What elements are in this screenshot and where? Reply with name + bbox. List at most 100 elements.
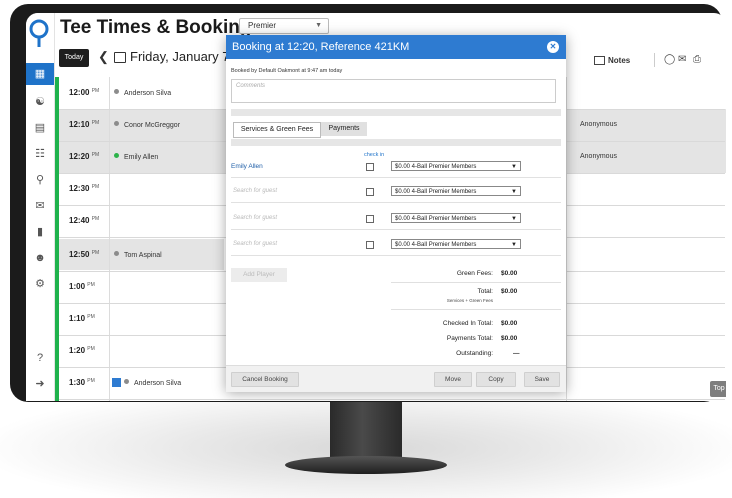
section-divider xyxy=(231,139,561,146)
check-in-checkbox[interactable] xyxy=(366,215,374,223)
player-name: Anderson Silva xyxy=(134,380,182,387)
settings-icon[interactable]: ⚙ xyxy=(30,275,50,293)
payments-total-value: $0.00 xyxy=(501,335,518,342)
status-dot-icon xyxy=(124,379,129,384)
status-dot-icon xyxy=(114,121,119,126)
person-icon[interactable]: ☻ xyxy=(30,249,50,267)
tee-time-ampm: PM xyxy=(91,152,100,158)
total-value: $0.00 xyxy=(501,288,518,295)
monitor-stand xyxy=(330,398,402,462)
player-name: Anderson Silva xyxy=(124,90,172,97)
add-player-button[interactable]: Add Player xyxy=(231,268,287,282)
anonymous-player[interactable]: Anonymous xyxy=(580,153,617,160)
booked-by-text: Booked by Default Oakmont at 9:47 am tod… xyxy=(231,68,343,74)
guest-search-input[interactable]: Search for guest xyxy=(233,188,277,194)
logout-icon[interactable]: ➜ xyxy=(30,375,50,393)
card-icon[interactable]: ▤ xyxy=(30,119,50,137)
green-fees-value: $0.00 xyxy=(501,270,518,277)
mail-icon[interactable]: ✉ xyxy=(30,197,50,215)
tee-time-value: 1:30 xyxy=(69,378,86,387)
scroll-top-button[interactable]: Top xyxy=(710,381,726,397)
status-dot-icon xyxy=(114,89,119,94)
course-select[interactable]: Premier ▼ xyxy=(239,18,329,34)
booking-modal: Booking at 12:20, Reference 421KM ✕ Book… xyxy=(226,35,566,392)
tab-services-green-fees[interactable]: Services & Green Fees xyxy=(233,122,321,138)
chart-icon[interactable]: ▮ xyxy=(30,223,50,241)
tee-time-value: 12:50 xyxy=(69,250,90,259)
grid-icon[interactable]: ☷ xyxy=(30,145,50,163)
tee-time-ampm: PM xyxy=(87,314,95,320)
modal-footer: Cancel Booking Move Copy Save xyxy=(226,365,566,392)
print-icon[interactable]: ⎙ xyxy=(693,54,701,65)
check-in-checkbox[interactable] xyxy=(366,188,374,196)
tee-time: 12:00 PM xyxy=(69,88,99,97)
current-date[interactable]: Friday, January 7 xyxy=(130,49,229,64)
section-divider xyxy=(231,109,561,116)
tee-time-value: 12:20 xyxy=(69,152,90,161)
checked-in-total-label: Checked In Total: xyxy=(442,320,493,327)
trophy-icon[interactable]: ⚲ xyxy=(30,171,50,189)
tee-time-ampm: PM xyxy=(91,216,100,222)
tee-time-ampm: PM xyxy=(91,88,100,94)
fee-select[interactable]: $0.00 4-Ball Premier Members ▼ xyxy=(391,161,521,171)
monitor-base xyxy=(285,456,447,474)
users-icon[interactable]: ☯ xyxy=(30,93,50,111)
tee-time-value: 1:10 xyxy=(69,314,86,323)
calendar-icon[interactable]: ▦ xyxy=(26,63,54,85)
notes-button[interactable]: Notes xyxy=(608,56,630,65)
tee-time-value: 12:00 xyxy=(69,88,90,97)
comments-field[interactable]: Comments xyxy=(231,79,556,103)
anonymous-player[interactable]: Anonymous xyxy=(580,121,617,128)
chevron-down-icon: ▼ xyxy=(315,22,322,29)
chevron-down-icon: ▼ xyxy=(511,242,517,248)
save-button[interactable]: Save xyxy=(524,372,560,387)
check-in-checkbox[interactable] xyxy=(366,163,374,171)
today-button[interactable]: Today xyxy=(59,49,89,67)
toolbar-divider xyxy=(654,53,655,67)
close-icon[interactable]: ✕ xyxy=(547,41,559,53)
player-row: Search for guest $0.00 4-Ball Premier Me… xyxy=(231,237,561,256)
status-dot-icon xyxy=(114,251,119,256)
player-cell[interactable]: Conor McGreggor xyxy=(114,121,180,129)
cancel-booking-button[interactable]: Cancel Booking xyxy=(231,372,299,387)
sidebar: ▦ ☯ ▤ ☷ ⚲ ✉ ▮ ☻ ⚙ ? ➜ xyxy=(26,13,55,401)
check-in-label: check in xyxy=(364,152,385,158)
total-subtext: Services + Green Fees xyxy=(446,298,493,303)
chevron-down-icon: ▼ xyxy=(511,216,517,222)
guest-search-input[interactable]: Search for guest xyxy=(233,215,277,221)
tee-time-value: 12:30 xyxy=(69,184,90,193)
tab-payments[interactable]: Payments xyxy=(321,122,367,136)
status-dot-icon xyxy=(114,153,119,158)
chevron-down-icon: ▼ xyxy=(511,164,517,170)
player-cell[interactable]: Anderson Silva xyxy=(114,89,171,97)
player-cell[interactable]: Emily Allen xyxy=(114,153,158,161)
tee-time: 12:30 PM xyxy=(69,184,99,193)
move-button[interactable]: Move xyxy=(434,372,472,387)
fee-select[interactable]: $0.00 4-Ball Premier Members ▼ xyxy=(391,213,521,223)
player-name[interactable]: Emily Allen xyxy=(231,163,263,170)
fee-select-value: $0.00 4-Ball Premier Members xyxy=(395,189,477,195)
calendar-picker-icon[interactable] xyxy=(114,52,126,63)
fee-select[interactable]: $0.00 4-Ball Premier Members ▼ xyxy=(391,186,521,196)
help-icon[interactable]: ? xyxy=(30,349,50,367)
monitor-frame: ▦ ☯ ▤ ☷ ⚲ ✉ ▮ ☻ ⚙ ? ➜ Tee Times & Bookin… xyxy=(10,4,726,402)
tee-time: 1:30 PM xyxy=(69,378,95,387)
guest-search-input[interactable]: Search for guest xyxy=(233,241,277,247)
copy-button[interactable]: Copy xyxy=(476,372,516,387)
player-cell[interactable]: Anderson Silva xyxy=(112,378,182,387)
fee-select[interactable]: $0.00 4-Ball Premier Members ▼ xyxy=(391,239,521,249)
fee-select-value: $0.00 4-Ball Premier Members xyxy=(395,164,477,170)
payments-total-label: Payments Total: xyxy=(446,335,493,342)
tee-time: 12:20 PM xyxy=(69,152,99,161)
player-name: Emily Allen xyxy=(124,154,159,161)
email-icon[interactable]: ✉ xyxy=(678,54,686,65)
check-in-checkbox[interactable] xyxy=(366,241,374,249)
notes-icon[interactable] xyxy=(594,56,605,65)
chat-icon[interactable]: ◯ xyxy=(664,54,675,65)
tee-time: 12:10 PM xyxy=(69,120,99,129)
tee-time: 12:50 PM xyxy=(69,250,99,259)
total-label: Total: xyxy=(477,288,493,295)
tee-time-value: 12:40 xyxy=(69,216,90,225)
player-cell[interactable]: Tom Aspinal xyxy=(114,251,162,259)
previous-day-icon[interactable]: ❮ xyxy=(98,49,109,65)
